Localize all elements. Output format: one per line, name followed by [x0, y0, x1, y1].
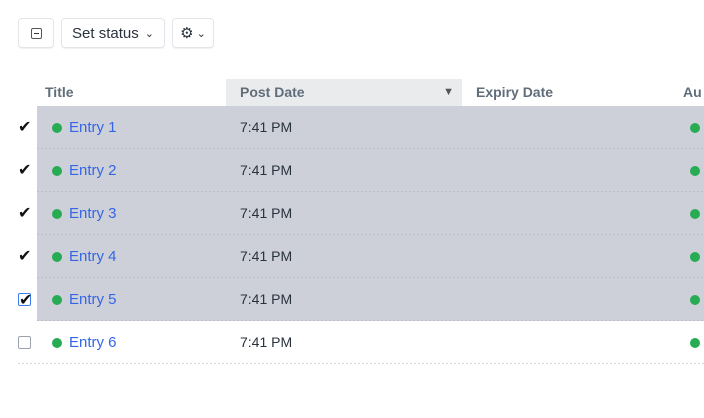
- author-status-dot-icon: [690, 252, 700, 262]
- status-dot-icon: [52, 338, 62, 348]
- table-row[interactable]: ✔ Entry 4 7:41 PM: [0, 235, 704, 278]
- entry-title-link[interactable]: Entry 3: [69, 192, 117, 235]
- post-date-cell: 7:41 PM: [240, 291, 293, 307]
- table-body: ✔ Entry 1 7:41 PM ✔ Entry 2 7:41 PM ✔ Entry 3 7:…: [0, 106, 704, 364]
- set-status-button[interactable]: Set status ⌄: [61, 18, 165, 48]
- column-header-expiry-date[interactable]: Expiry Date: [476, 79, 553, 106]
- row-highlight: [37, 149, 704, 192]
- gear-icon: ⚙: [180, 24, 194, 42]
- row-checkbox[interactable]: [18, 336, 31, 349]
- entry-title-link[interactable]: Entry 6: [69, 321, 117, 364]
- chevron-down-icon: ⌄: [144, 27, 154, 40]
- row-highlight: [37, 321, 704, 364]
- row-highlight: [37, 192, 704, 235]
- set-status-label: Set status: [72, 24, 139, 42]
- author-status-dot-icon: [690, 338, 700, 348]
- entries-table: Title Post Date ▼ Expiry Date Au ✔ Entry …: [0, 79, 704, 364]
- status-dot-icon: [52, 252, 62, 262]
- minus-square-icon: [30, 27, 42, 39]
- table-row[interactable]: ✔ Entry 1 7:41 PM: [0, 106, 704, 149]
- author-status-dot-icon: [690, 166, 700, 176]
- row-highlight: [37, 235, 704, 278]
- actions-menu-button[interactable]: ⚙ ⌄: [172, 18, 214, 48]
- row-highlight: [37, 106, 704, 149]
- table-row[interactable]: ✔ Entry 5 7:41 PM: [0, 278, 704, 321]
- row-checkbox[interactable]: ✔: [18, 206, 31, 222]
- row-checkbox[interactable]: ✔: [18, 293, 32, 309]
- column-header-post-date[interactable]: Post Date ▼: [226, 79, 462, 106]
- column-header-post-date-label: Post Date: [240, 84, 305, 100]
- post-date-cell: 7:41 PM: [240, 205, 293, 221]
- status-dot-icon: [52, 295, 62, 305]
- row-checkbox[interactable]: ✔: [18, 120, 31, 136]
- post-date-cell: 7:41 PM: [240, 162, 293, 178]
- entry-title-link[interactable]: Entry 2: [69, 149, 117, 192]
- table-header: Title Post Date ▼ Expiry Date Au: [0, 79, 704, 106]
- sort-descending-icon: ▼: [443, 86, 454, 98]
- author-status-dot-icon: [690, 209, 700, 219]
- table-row[interactable]: ✔ Entry 3 7:41 PM: [0, 192, 704, 235]
- row-checkbox[interactable]: ✔: [18, 163, 31, 179]
- table-row[interactable]: ✔ Entry 2 7:41 PM: [0, 149, 704, 192]
- entry-title-link[interactable]: Entry 4: [69, 235, 117, 278]
- post-date-cell: 7:41 PM: [240, 119, 293, 135]
- chevron-down-icon: ⌄: [196, 27, 206, 40]
- status-dot-icon: [52, 166, 62, 176]
- entry-title-link[interactable]: Entry 1: [69, 106, 117, 149]
- row-highlight: [37, 278, 704, 321]
- row-checkbox[interactable]: ✔: [18, 249, 31, 265]
- entry-title-link[interactable]: Entry 5: [69, 278, 117, 321]
- author-status-dot-icon: [690, 295, 700, 305]
- column-header-author[interactable]: Au: [683, 79, 702, 106]
- select-all-button[interactable]: [18, 18, 54, 48]
- author-status-dot-icon: [690, 123, 700, 133]
- status-dot-icon: [52, 123, 62, 133]
- post-date-cell: 7:41 PM: [240, 334, 293, 350]
- status-dot-icon: [52, 209, 62, 219]
- post-date-cell: 7:41 PM: [240, 248, 293, 264]
- row-divider: [18, 363, 704, 364]
- table-row[interactable]: Entry 6 7:41 PM: [0, 321, 704, 364]
- column-header-title[interactable]: Title: [45, 79, 74, 106]
